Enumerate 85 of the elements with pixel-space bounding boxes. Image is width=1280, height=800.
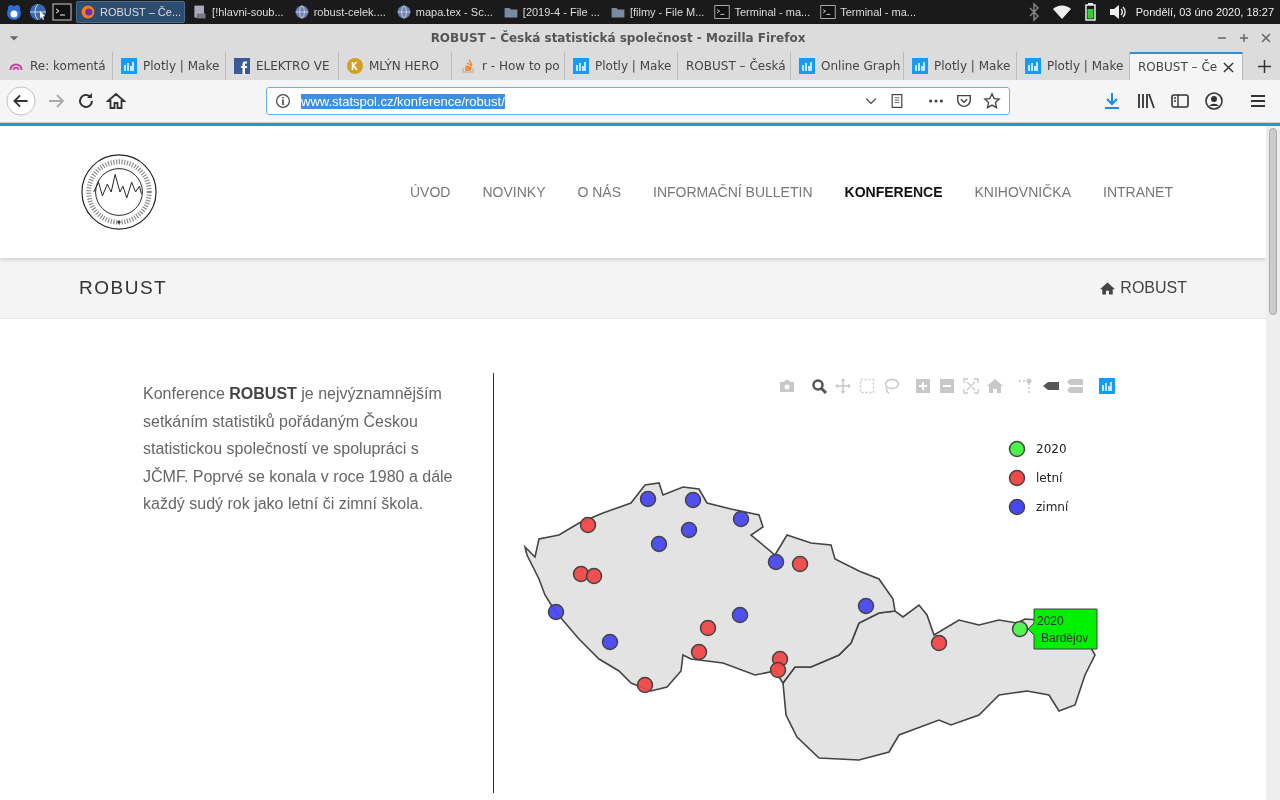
intro-paragraph: Konference ROBUST je nejvýznamnějším setkáním statistiků pořádaným Českou statistickou společností ve spolupráci s JČMF. Poprvé se konala v roce 1980 a dále každý sudý rok jako letní či zimní škola.	[143, 384, 454, 514]
society-seal-logo[interactable]	[80, 153, 158, 231]
location-marker[interactable]	[690, 643, 708, 661]
taskbar-window[interactable]: ROBUST – Če...	[76, 1, 186, 23]
location-marker[interactable]	[547, 603, 565, 621]
download-icon[interactable]	[1102, 91, 1122, 111]
nav-link[interactable]: ÚVOD	[410, 184, 451, 200]
home-icon[interactable]	[106, 91, 126, 111]
taskbar-window[interactable]: mapa.tex - Sc...	[392, 1, 496, 23]
volume-icon[interactable]	[1107, 2, 1128, 22]
terminal-icon[interactable]	[52, 2, 72, 22]
legend-label[interactable]: zimní	[1036, 500, 1069, 514]
taskbar-window[interactable]: [filmy - File M...	[606, 1, 708, 23]
taskbar-window[interactable]: Terminal - ma...	[711, 1, 814, 23]
location-marker[interactable]	[1011, 620, 1029, 638]
page-title: ROBUST	[79, 277, 168, 299]
home-icon[interactable]	[1100, 280, 1116, 296]
bar-chart-icon	[121, 58, 137, 74]
location-marker[interactable]	[585, 567, 603, 585]
location-marker[interactable]	[857, 597, 875, 615]
back-icon[interactable]	[6, 86, 36, 116]
taskbar-window[interactable]: robust-celek....	[290, 1, 389, 23]
nav-link[interactable]: KONFERENCE	[844, 184, 943, 200]
legend-marker[interactable]	[1008, 440, 1026, 458]
pocket-icon[interactable]	[955, 92, 973, 110]
location-marker[interactable]	[639, 490, 657, 508]
stack-icon	[460, 58, 476, 74]
bar-chart-icon	[573, 58, 589, 74]
hover-label-text: Bardějov	[1041, 631, 1089, 645]
location-marker[interactable]	[930, 634, 948, 652]
star-icon[interactable]	[983, 92, 1001, 110]
location-marker[interactable]	[767, 553, 785, 571]
nav-link[interactable]: NOVINKY	[482, 184, 546, 200]
reload-icon[interactable]	[76, 91, 96, 111]
browser-tab[interactable]: ROBUST – Če	[1130, 52, 1243, 80]
globe-icon	[293, 4, 310, 20]
coin-icon	[347, 58, 363, 74]
zoom-icon[interactable]	[812, 379, 828, 395]
document-icon	[192, 4, 209, 20]
plus-icon[interactable]	[1256, 58, 1272, 74]
location-marker[interactable]	[650, 535, 668, 553]
nav-link[interactable]: KNIHOVNIČKA	[974, 184, 1071, 200]
globe-icon	[395, 4, 412, 20]
location-marker[interactable]	[732, 510, 750, 528]
close-icon[interactable]	[1223, 61, 1235, 73]
sidebar-icon[interactable]	[1170, 91, 1190, 111]
location-marker[interactable]	[579, 516, 597, 534]
globe-icon[interactable]	[28, 2, 48, 22]
clock[interactable]: Pondělí, 03 úno 2020, 18:27	[1135, 6, 1276, 18]
location-marker[interactable]	[684, 491, 702, 509]
location-marker[interactable]	[699, 619, 717, 637]
facebook-icon	[234, 58, 250, 74]
legend-marker[interactable]	[1008, 469, 1026, 487]
bar-chart-icon	[1025, 58, 1041, 74]
legend-label[interactable]: 2020	[1036, 442, 1067, 456]
legend-marker[interactable]	[1008, 498, 1026, 516]
terminal-icon	[820, 4, 837, 20]
nav-link[interactable]: INFORMAČNÍ BULLETIN	[653, 184, 813, 200]
scrollbar-thumb[interactable]	[1269, 128, 1277, 315]
menu-logo-icon[interactable]	[4, 2, 24, 22]
location-marker[interactable]	[601, 633, 619, 651]
hover-closest-icon[interactable]	[1043, 382, 1059, 390]
location-marker[interactable]	[791, 555, 809, 573]
nav-link[interactable]: O NÁS	[577, 184, 622, 200]
location-marker[interactable]	[636, 676, 654, 694]
library-icon[interactable]	[1136, 91, 1156, 111]
location-marker[interactable]	[769, 661, 787, 679]
firefox-icon	[80, 4, 96, 20]
bar-chart-icon	[912, 58, 928, 74]
taskbar-window[interactable]: [2019-4 - File ...	[499, 1, 603, 23]
maximize-icon[interactable]	[1238, 32, 1250, 44]
bar-chart-icon	[799, 58, 815, 74]
nav-link[interactable]: INTRANET	[1103, 184, 1173, 200]
reader-view-icon[interactable]	[889, 93, 905, 109]
info-icon[interactable]	[275, 93, 291, 109]
legend-label[interactable]: letní	[1036, 471, 1063, 485]
location-marker[interactable]	[731, 606, 749, 624]
account-icon[interactable]	[1204, 91, 1224, 111]
location-marker[interactable]	[680, 521, 698, 539]
terminal-icon	[714, 4, 731, 20]
breadcrumb-link[interactable]: ROBUST	[1120, 279, 1187, 297]
hover-label-text: 2020	[1037, 614, 1064, 628]
taskbar-window[interactable]: Terminal - ma...	[817, 1, 920, 23]
taskbar-window[interactable]: [!hlavni-soub...	[189, 1, 287, 23]
window-title: ROBUST – Česká statistická společnost - Mozilla Firefox	[429, 31, 807, 45]
